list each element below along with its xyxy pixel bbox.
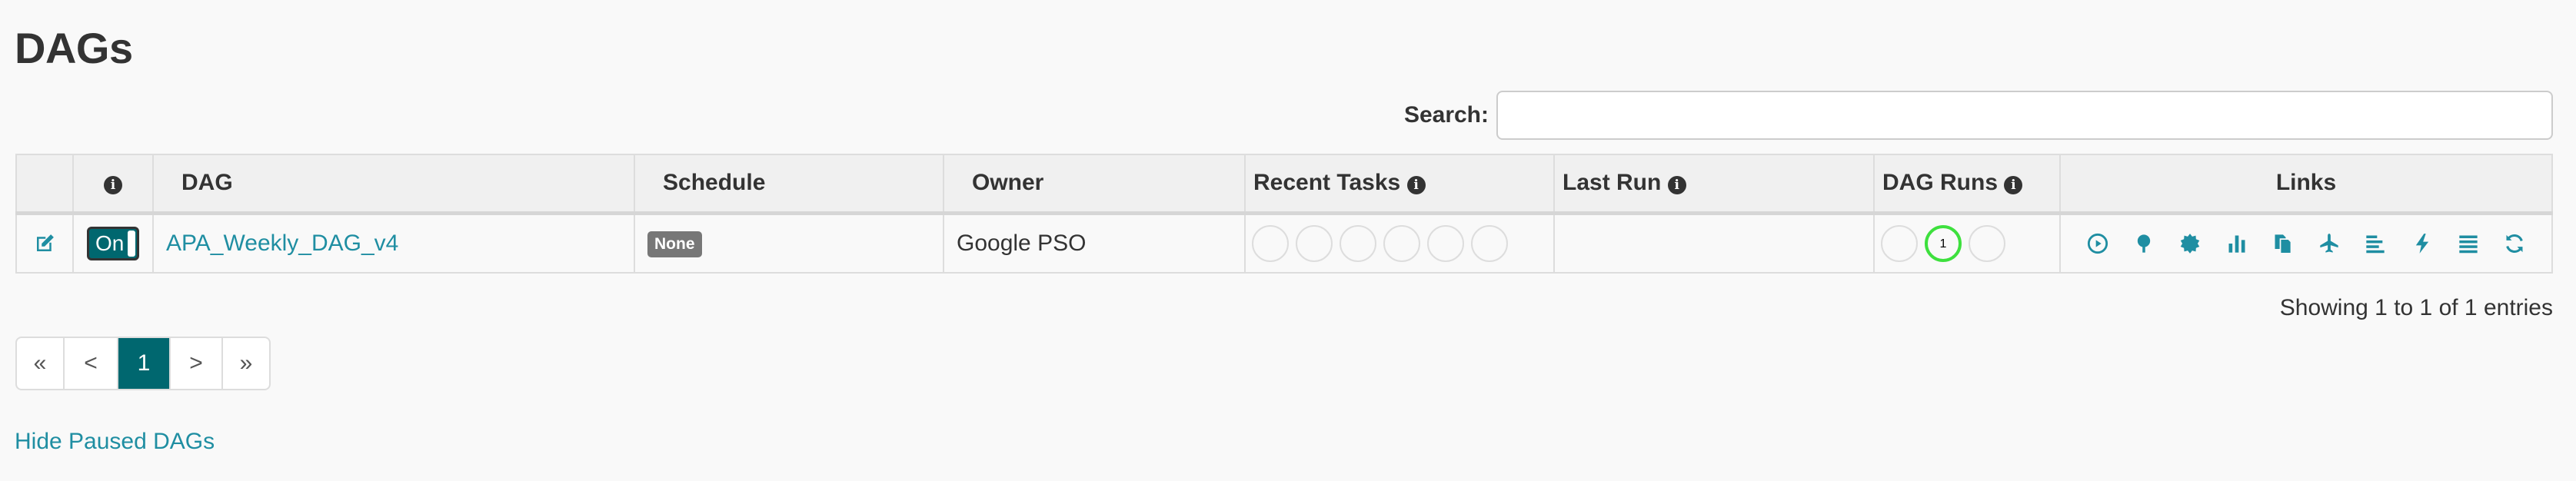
search-label: Search: [1403,102,1489,128]
pager-current[interactable]: 1 [118,338,171,389]
search-input[interactable] [1496,91,2553,140]
info-icon: i [1406,176,1426,195]
header-dag-runs: DAG Runs i [1873,154,2061,215]
entries-summary: Showing 1 to 1 of 1 entries [2279,295,2553,320]
header-recent-tasks: Recent Tasks i [1244,154,1555,215]
links-row [2072,230,2541,257]
schedule-badge[interactable]: None [647,231,702,258]
gantt-icon[interactable] [2361,230,2389,257]
page: DAGs Search: i DAG Schedule Owner Recent… [0,0,2576,481]
info-icon: i [104,176,122,195]
dag-runs-cell: 1 [1873,212,2061,274]
task-state-circle[interactable] [1383,224,1420,262]
info-icon: i [2004,176,2023,195]
graph-view-icon[interactable] [2176,230,2204,257]
toggle-knob [128,230,135,257]
header-schedule[interactable]: Schedule [634,154,944,215]
code-icon[interactable] [2408,230,2436,257]
task-state-circle[interactable] [1427,224,1464,262]
tree-view-icon[interactable] [2130,230,2158,257]
pager-prev[interactable]: < [65,338,118,389]
search-row: Search: [1404,91,2553,140]
page-title: DAGs [15,24,133,72]
task-state-circle[interactable] [1296,224,1333,262]
header-owner[interactable]: Owner [943,154,1246,215]
pager-last[interactable]: » [223,338,269,389]
dags-table: i DAG Schedule Owner Recent Tasks i Last… [15,154,2553,274]
header-dag-runs-label: DAG Runs [1882,170,1998,196]
logs-icon[interactable] [2455,230,2482,257]
dag-cell: APA_Weekly_DAG_v4 [152,212,635,274]
task-state-circle[interactable] [1471,224,1508,262]
header-links: Links [2059,154,2553,215]
task-duration-icon[interactable] [2223,230,2251,257]
header-last-run-label: Last Run [1563,170,1662,196]
schedule-cell: None [634,212,944,274]
task-state-circle[interactable] [1252,224,1289,262]
pagination: « < 1 > » [15,337,271,390]
pager-first[interactable]: « [17,338,65,389]
header-info: i [72,154,154,215]
header-dag[interactable]: DAG [152,154,635,215]
header-edit [15,154,74,215]
task-state-circle[interactable] [1340,224,1376,262]
table-header-row: i DAG Schedule Owner Recent Tasks i Last… [15,154,2553,215]
dag-link[interactable]: APA_Weekly_DAG_v4 [166,231,398,256]
task-tries-icon[interactable] [2269,230,2297,257]
edit-icon[interactable] [28,232,62,255]
edit-cell [15,212,74,274]
trigger-dag-icon[interactable] [2084,230,2112,257]
header-last-run: Last Run i [1553,154,1875,215]
dag-run-success-circle[interactable]: 1 [1925,224,1962,262]
owner-cell: Google PSO [943,212,1246,274]
dag-toggle[interactable]: On [87,226,139,260]
header-recent-tasks-label: Recent Tasks [1253,170,1401,196]
links-cell [2059,212,2553,274]
toggle-cell: On [72,212,154,274]
dag-run-circle[interactable] [1881,224,1918,262]
info-icon: i [1667,176,1686,195]
refresh-icon[interactable] [2501,230,2528,257]
recent-tasks-cell [1244,212,1555,274]
dag-toggle-label: On [95,231,125,255]
landing-times-icon[interactable] [2315,230,2343,257]
dag-run-circle[interactable] [1969,224,2005,262]
hide-paused-dags-link[interactable]: Hide Paused DAGs [15,429,215,455]
last-run-cell [1553,212,1875,274]
pager-next[interactable]: > [171,338,223,389]
table-row: On APA_Weekly_DAG_v4 None Google PSO 1 [15,212,2553,274]
